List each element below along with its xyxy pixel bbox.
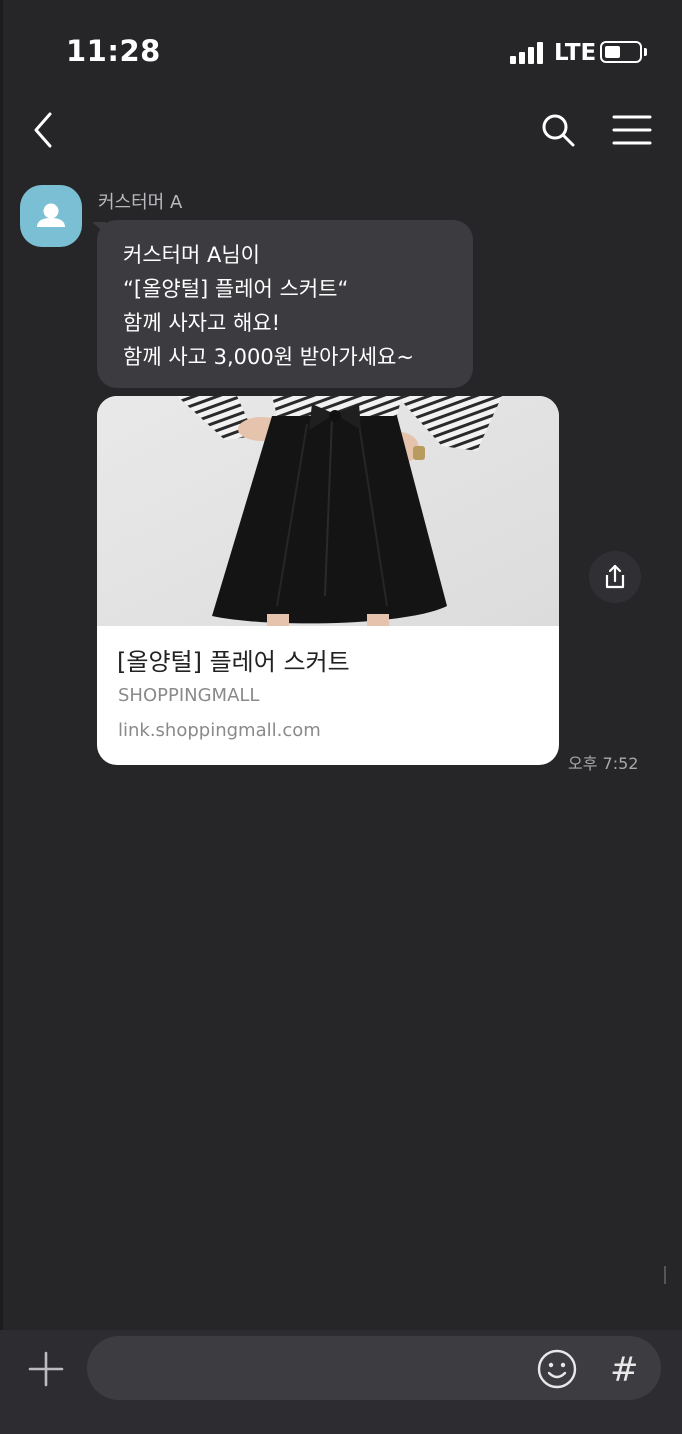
- chat-screen: 11:28 LTE 커스터머 A 커스터머 A님이 “[올양털] 플레어 스커트…: [0, 0, 682, 1434]
- share-button[interactable]: [589, 551, 641, 603]
- battery-icon: [600, 41, 642, 63]
- status-time: 11:28: [66, 34, 161, 68]
- share-icon: [605, 564, 625, 589]
- battery-cap: [644, 48, 647, 56]
- message-line: 함께 사자고 해요!: [123, 311, 281, 335]
- scrollbar[interactable]: [664, 1266, 666, 1284]
- emoji-icon: [537, 1349, 577, 1389]
- emoji-button[interactable]: [536, 1348, 578, 1390]
- message-time: 오후 7:52: [568, 754, 639, 773]
- plus-icon: [28, 1351, 64, 1387]
- link-title: [올양털] 플레어 스커트: [117, 648, 350, 676]
- message-line: 커스터머 A님이: [123, 243, 260, 267]
- message-line: “[올양털] 플레어 스커트“: [123, 277, 349, 301]
- search-icon: [542, 114, 575, 147]
- back-button[interactable]: [26, 108, 66, 152]
- avatar[interactable]: [20, 185, 82, 247]
- battery-fill: [605, 46, 620, 58]
- person-icon: [37, 203, 65, 227]
- hamburger-menu-icon: [612, 115, 652, 145]
- chevron-left-icon: [34, 112, 52, 148]
- screen-edge: [0, 0, 3, 1434]
- hashtag-button[interactable]: #: [610, 1350, 639, 1390]
- menu-button[interactable]: [612, 112, 652, 148]
- link-preview-card[interactable]: [올양털] 플레어 스커트 SHOPPINGMALL link.shopping…: [97, 396, 559, 765]
- message-line: 함께 사고 3,000원 받아가세요~: [123, 345, 414, 369]
- sender-name: 커스터머 A: [98, 192, 183, 213]
- link-source: SHOPPINGMALL: [118, 685, 260, 706]
- product-image: [97, 396, 559, 626]
- search-button[interactable]: [538, 110, 578, 150]
- attach-button[interactable]: [28, 1351, 64, 1387]
- network-label: LTE: [554, 40, 597, 66]
- link-url: link.shoppingmall.com: [118, 720, 321, 741]
- message-bubble[interactable]: 커스터머 A님이 “[올양털] 플레어 스커트“ 함께 사자고 해요! 함께 사…: [97, 220, 473, 388]
- signal-icon: [510, 42, 546, 64]
